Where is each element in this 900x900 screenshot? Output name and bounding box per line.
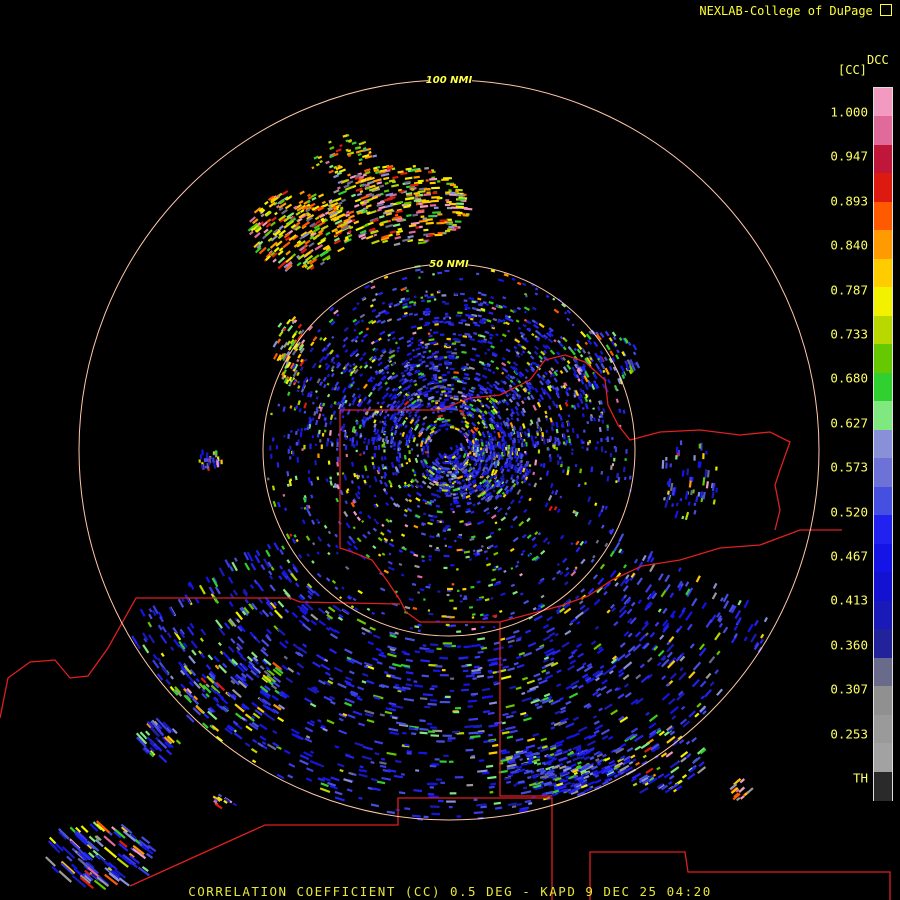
- colorbar-segment: [874, 315, 892, 345]
- colorbar: [873, 87, 893, 801]
- credit-label: NEXLAB-College of DuPage: [699, 4, 873, 18]
- colorbar-label: 0.947: [830, 148, 868, 164]
- colorbar-label: TH: [852, 770, 868, 786]
- colorbar-segment: [874, 201, 892, 231]
- logo-icon: [880, 4, 892, 16]
- colorbar-segment: [874, 458, 892, 488]
- colorbar-segment: [874, 486, 892, 516]
- colorbar-segment: [874, 173, 892, 203]
- colorbar-segment: [874, 600, 892, 630]
- colorbar-segment: [874, 401, 892, 431]
- colorbar-segment: [874, 515, 892, 545]
- colorbar-label: 0.573: [830, 459, 868, 475]
- colorbar-label: 0.360: [830, 637, 868, 653]
- colorbar-segment: [874, 258, 892, 288]
- colorbar-label: 0.627: [830, 415, 868, 431]
- colorbar-segment: [874, 686, 892, 716]
- colorbar-label: 1.000: [830, 104, 868, 120]
- colorbar-segment: [874, 88, 892, 118]
- colorbar-unit: [CC]: [838, 63, 867, 77]
- colorbar-label: 0.253: [830, 726, 868, 742]
- product-caption: CORRELATION COEFFICIENT (CC) 0.5 DEG - K…: [188, 884, 712, 899]
- colorbar-segment: [874, 629, 892, 659]
- state-borders: [0, 354, 891, 900]
- radar-echoes: [45, 133, 768, 891]
- colorbar-segment: [874, 771, 892, 801]
- colorbar-segment: [874, 743, 892, 773]
- colorbar-label: 0.520: [830, 504, 868, 520]
- credit-text: NEXLAB-College of DuPage: [699, 3, 892, 18]
- colorbar-segment: [874, 287, 892, 317]
- colorbar-label: 0.467: [830, 548, 868, 564]
- colorbar-segment: [874, 543, 892, 573]
- colorbar-segment: [874, 572, 892, 602]
- colorbar-label: 0.893: [830, 193, 868, 209]
- colorbar-segment: [874, 344, 892, 374]
- colorbar-segment: [874, 230, 892, 260]
- colorbar-segment: [874, 116, 892, 146]
- colorbar-segment: [874, 714, 892, 744]
- colorbar-segment: [874, 429, 892, 459]
- colorbar-segment: [874, 657, 892, 687]
- colorbar-label: 0.840: [830, 237, 868, 253]
- colorbar-product: DCC: [867, 53, 889, 67]
- colorbar-label: 0.733: [830, 326, 868, 342]
- range-ring-50nmi: [262, 263, 636, 637]
- ring-label-100: 100 NMI: [426, 75, 473, 86]
- colorbar-segment: [874, 144, 892, 175]
- colorbar-label: 0.680: [830, 370, 868, 386]
- ring-label-50: 50 NMI: [429, 259, 469, 270]
- radar-map: 100 NMI 50 NMI: [0, 74, 891, 900]
- colorbar-label: 0.787: [830, 282, 868, 298]
- colorbar-label: 0.413: [830, 592, 868, 608]
- colorbar-label: 0.307: [830, 681, 868, 697]
- colorbar-segment: [874, 372, 892, 402]
